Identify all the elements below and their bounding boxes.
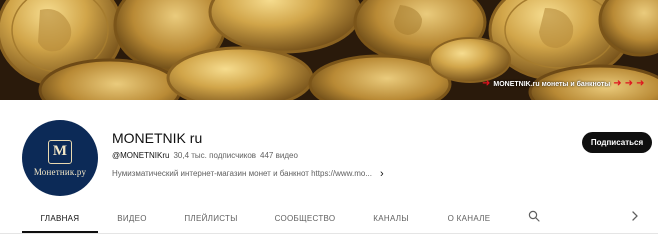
arrow-right-icon: ➜ xyxy=(624,78,634,89)
chevron-right-icon[interactable]: › xyxy=(380,168,384,179)
tab-playlists[interactable]: ПЛЕЙЛИСТЫ xyxy=(176,203,246,233)
tab-channels[interactable]: КАНАЛЫ xyxy=(362,203,420,233)
subscriber-count: 30,4 тыс. подписчиков xyxy=(173,151,257,160)
channel-avatar[interactable]: M Монетник.ру xyxy=(22,120,98,196)
arrow-right-icon: ➜ xyxy=(482,78,491,89)
search-icon[interactable] xyxy=(528,210,540,222)
channel-handle: @MONETNIKru xyxy=(112,151,170,160)
channel-meta: @MONETNIKru 30,4 тыс. подписчиков 447 ви… xyxy=(112,151,298,160)
avatar-logo-mark: M xyxy=(48,139,72,164)
channel-banner: ➜ MONETNIK.ru монеты и банкноты ➜ ➜ ➜ xyxy=(0,0,658,100)
chevron-right-icon[interactable] xyxy=(630,210,640,222)
tabs-divider xyxy=(0,233,658,234)
tab-about[interactable]: О КАНАЛЕ xyxy=(438,203,500,233)
avatar-logo-text: Монетник.ру xyxy=(33,166,87,177)
tab-videos[interactable]: ВИДЕО xyxy=(108,203,156,233)
tab-community[interactable]: СООБЩЕСТВО xyxy=(266,203,344,233)
banner-caption: ➜ MONETNIK.ru монеты и банкноты ➜ ➜ ➜ xyxy=(482,79,644,89)
subscribe-button[interactable]: Подписаться xyxy=(582,132,652,153)
arrow-right-icon: ➜ xyxy=(613,78,622,89)
tab-home[interactable]: ГЛАВНАЯ xyxy=(22,203,98,233)
banner-caption-text: MONETNIK.ru монеты и банкноты xyxy=(493,80,611,88)
channel-name: MONETNIK ru xyxy=(112,130,203,146)
video-count: 447 видео xyxy=(260,151,298,160)
channel-description-text[interactable]: Нумизматический интернет-магазин монет и… xyxy=(112,169,372,178)
channel-description[interactable]: Нумизматический интернет-магазин монет и… xyxy=(112,168,384,179)
arrow-right-icon: ➜ xyxy=(636,78,645,89)
channel-tabs: ГЛАВНАЯ ВИДЕО ПЛЕЙЛИСТЫ СООБЩЕСТВО КАНАЛ… xyxy=(0,203,658,233)
